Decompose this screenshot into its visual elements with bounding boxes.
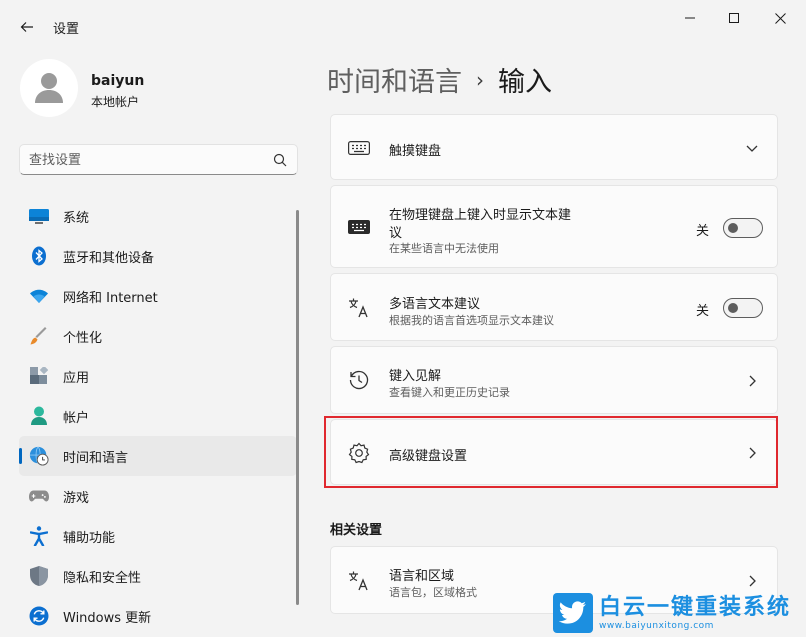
sidebar-item-bluetooth[interactable]: 蓝牙和其他设备 xyxy=(19,236,297,276)
sidebar-scrollbar[interactable] xyxy=(296,210,299,605)
close-icon xyxy=(774,12,786,24)
account-type: 本地帐户 xyxy=(91,95,140,109)
typing-insights-title: 键入见解 xyxy=(389,369,442,384)
title-bar: 设置 xyxy=(0,0,806,52)
app-title: 设置 xyxy=(53,22,80,37)
keyboard-icon xyxy=(348,137,370,159)
sidebar-item-time-language[interactable]: 时间和语言 xyxy=(19,436,297,476)
search-icon[interactable] xyxy=(273,153,287,167)
history-icon xyxy=(348,369,370,391)
shield-icon xyxy=(29,566,49,586)
language-region-title: 语言和区域 xyxy=(389,569,455,584)
toggle-knob xyxy=(728,223,738,233)
typing-insights-card[interactable]: 键入见解 查看键入和更正历史记录 xyxy=(330,346,778,414)
sidebar-item-gaming[interactable]: 游戏 xyxy=(19,476,297,516)
maximize-icon xyxy=(729,13,739,23)
avatar[interactable] xyxy=(20,59,78,117)
monitor-icon xyxy=(29,206,49,226)
sidebar-item-label: 游戏 xyxy=(63,490,90,506)
multilingual-subtitle: 根据我的语言首选项显示文本建议 xyxy=(389,314,554,327)
physical-suggestions-title-1: 在物理键盘上键入时显示文本建 xyxy=(389,208,572,223)
touch-keyboard-title: 触摸键盘 xyxy=(389,144,442,159)
settings-window: 设置 baiyun 本地帐户 系统 蓝牙和其他设备 xyxy=(0,0,806,637)
physical-suggestions-toggle[interactable] xyxy=(723,218,763,238)
multilingual-toggle[interactable] xyxy=(723,298,763,318)
watermark-text: 白云一键重装系统 www.baiyunxitong.com xyxy=(599,595,791,631)
sidebar-item-accounts[interactable]: 帐户 xyxy=(19,396,297,436)
accessibility-icon xyxy=(29,526,49,546)
update-icon xyxy=(29,606,49,626)
watermark-url: www.baiyunxitong.com xyxy=(599,621,714,631)
sidebar-item-apps[interactable]: 应用 xyxy=(19,356,297,396)
user-icon xyxy=(35,73,63,103)
twitter-bird-icon xyxy=(553,593,593,633)
breadcrumb-separator: › xyxy=(476,67,484,92)
sidebar-item-label: 网络和 Internet xyxy=(63,290,158,306)
language-region-subtitle: 语言包，区域格式 xyxy=(389,586,477,599)
toggle-knob xyxy=(728,303,738,313)
sidebar-nav: 系统 蓝牙和其他设备 网络和 Internet 个性化 应用 帐户 时间和语言 … xyxy=(19,196,297,636)
sidebar-item-label: 隐私和安全性 xyxy=(63,570,142,586)
sidebar-item-system[interactable]: 系统 xyxy=(19,196,297,236)
related-settings-header: 相关设置 xyxy=(330,523,383,538)
page-title: 输入 xyxy=(498,67,552,98)
toggle-state-label: 关 xyxy=(696,304,710,319)
person-icon xyxy=(29,406,49,426)
globe-clock-icon xyxy=(29,446,49,466)
sidebar-item-label: 帐户 xyxy=(63,410,90,426)
bluetooth-icon xyxy=(29,246,49,266)
search-box[interactable] xyxy=(19,144,298,175)
sidebar-item-label: Windows 更新 xyxy=(63,610,152,626)
chevron-down-icon[interactable] xyxy=(745,141,759,155)
sidebar-item-accessibility[interactable]: 辅助功能 xyxy=(19,516,297,556)
arrow-left-icon xyxy=(20,22,33,32)
sidebar-item-label: 蓝牙和其他设备 xyxy=(63,250,155,266)
physical-suggestions-title-2: 议 xyxy=(389,226,403,241)
close-button[interactable] xyxy=(764,6,796,30)
typing-insights-subtitle: 查看键入和更正历史记录 xyxy=(389,386,510,399)
chevron-right-icon xyxy=(749,375,756,387)
chevron-right-icon xyxy=(749,575,756,587)
sidebar-item-label: 个性化 xyxy=(63,330,103,346)
multilingual-title: 多语言文本建议 xyxy=(389,297,481,312)
search-input[interactable] xyxy=(29,149,259,171)
sidebar-item-privacy[interactable]: 隐私和安全性 xyxy=(19,556,297,596)
sidebar-item-label: 系统 xyxy=(63,210,90,226)
language-icon xyxy=(348,569,370,591)
sidebar-item-label: 时间和语言 xyxy=(63,450,129,466)
sidebar-item-network[interactable]: 网络和 Internet xyxy=(19,276,297,316)
physical-suggestions-subtitle: 在某些语言中无法使用 xyxy=(389,242,499,255)
apps-icon xyxy=(29,366,49,386)
minimize-button[interactable] xyxy=(674,6,706,30)
watermark-title: 白云一键重装系统 xyxy=(599,595,792,620)
user-name: baiyun xyxy=(91,73,145,89)
sidebar-item-personalization[interactable]: 个性化 xyxy=(19,316,297,356)
multilingual-suggestions-card: 多语言文本建议 根据我的语言首选项显示文本建议 关 xyxy=(330,273,778,341)
breadcrumb: 时间和语言 › 输入 xyxy=(327,60,552,99)
physical-keyboard-suggestions-card: 在物理键盘上键入时显示文本建 议 在某些语言中无法使用 关 xyxy=(330,185,778,268)
wifi-icon xyxy=(29,286,49,306)
back-button[interactable] xyxy=(14,14,40,40)
gamepad-icon xyxy=(29,486,49,506)
minimize-icon xyxy=(685,17,695,19)
breadcrumb-parent[interactable]: 时间和语言 xyxy=(327,60,462,99)
sidebar-item-label: 辅助功能 xyxy=(63,530,116,546)
keyboard-icon xyxy=(348,216,370,238)
brush-icon xyxy=(29,326,49,346)
highlight-box xyxy=(324,416,778,488)
sidebar-item-windows-update[interactable]: Windows 更新 xyxy=(19,596,297,636)
maximize-button[interactable] xyxy=(718,6,750,30)
watermark: 白云一键重装系统 www.baiyunxitong.com xyxy=(553,591,803,635)
touch-keyboard-card[interactable]: 触摸键盘 xyxy=(330,114,778,180)
toggle-state-label: 关 xyxy=(696,224,710,239)
sidebar-item-label: 应用 xyxy=(63,370,90,386)
language-icon xyxy=(348,296,370,318)
